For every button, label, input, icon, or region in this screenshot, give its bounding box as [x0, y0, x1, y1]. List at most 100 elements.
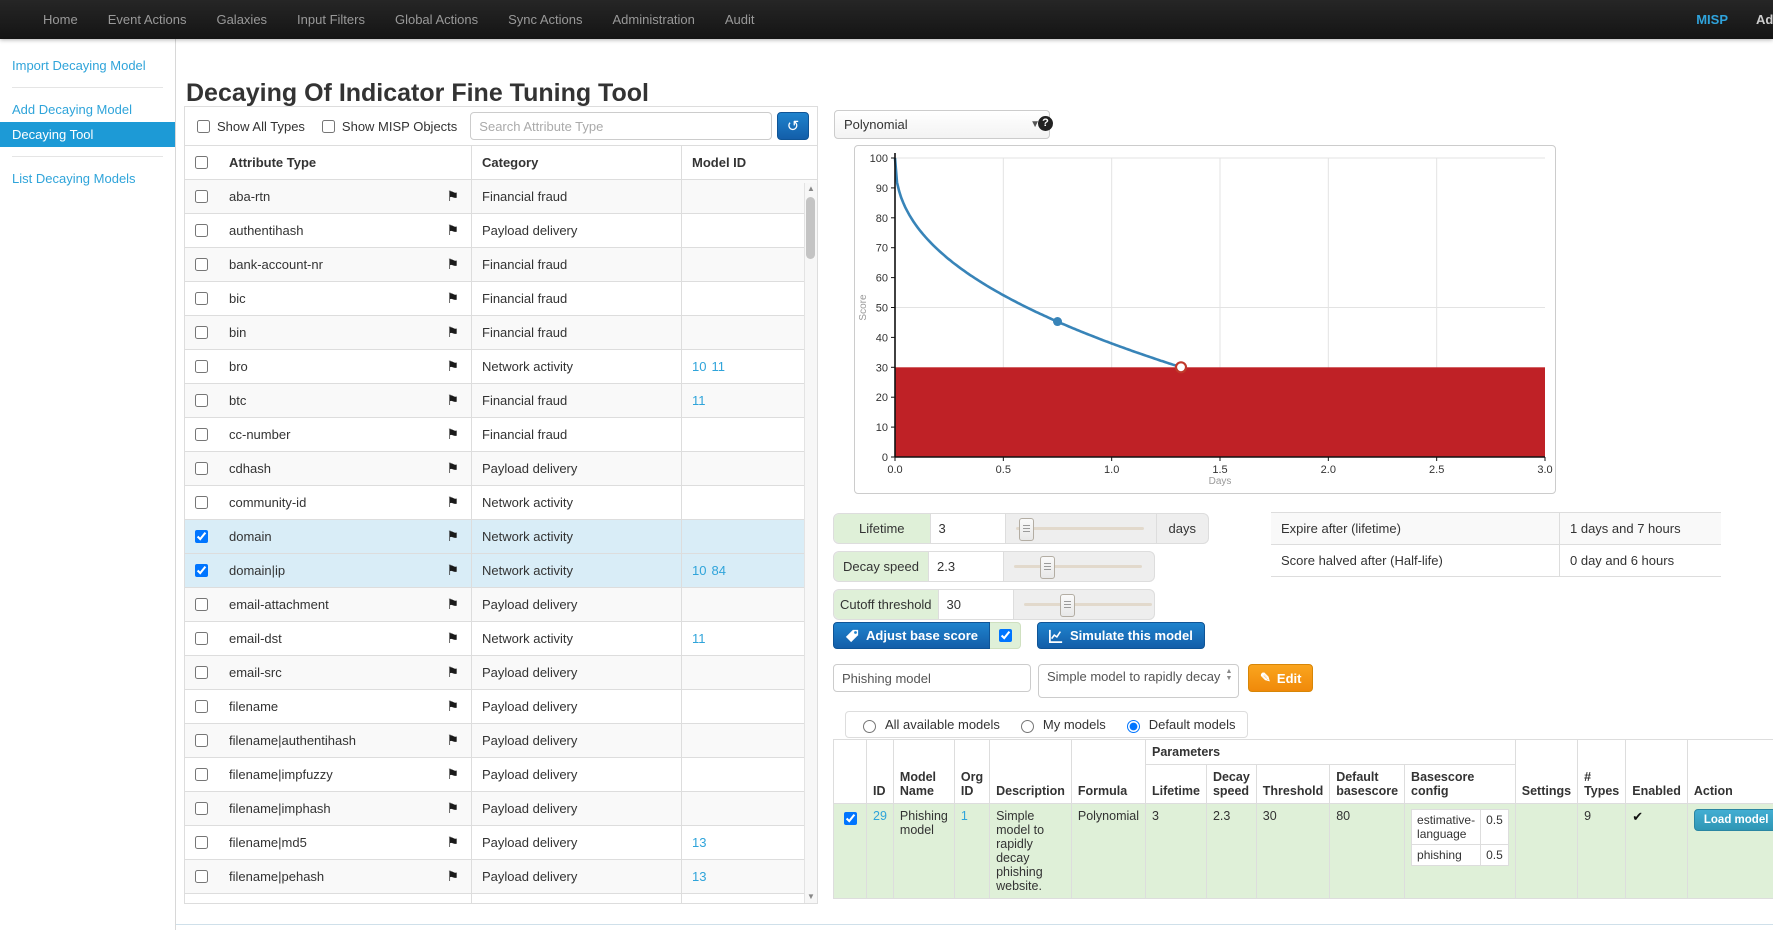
model-id-link[interactable]: 13 — [692, 835, 706, 850]
flag-icon[interactable]: ⚑ — [446, 562, 459, 579]
flag-icon[interactable]: ⚑ — [446, 290, 459, 307]
flag-icon[interactable]: ⚑ — [446, 800, 459, 817]
row-checkbox[interactable] — [195, 836, 208, 849]
radio-input[interactable] — [863, 720, 876, 733]
misp-brand[interactable]: MISP — [1696, 0, 1728, 39]
row-checkbox[interactable] — [195, 530, 208, 543]
attribute-row[interactable]: filename ⚑ Payload delivery — [185, 689, 817, 723]
model-row-checkbox[interactable] — [844, 812, 857, 825]
flag-icon[interactable]: ⚑ — [446, 766, 459, 783]
sidebar-item-add-decaying-model[interactable]: Add Decaying Model — [0, 97, 175, 122]
sidebar-item-list-decaying-models[interactable]: List Decaying Models — [0, 166, 175, 191]
search-input[interactable] — [470, 112, 772, 140]
model-filter-radio[interactable]: Default models — [1122, 717, 1236, 733]
row-checkbox[interactable] — [195, 326, 208, 339]
row-checkbox[interactable] — [195, 258, 208, 271]
flag-icon[interactable]: ⚑ — [446, 324, 459, 341]
scroll-up-icon[interactable]: ▲ — [805, 183, 817, 195]
parameter-slider[interactable] — [1004, 552, 1154, 581]
scroll-down-icon[interactable]: ▼ — [805, 891, 817, 903]
flag-icon[interactable]: ⚑ — [446, 222, 459, 239]
admin-menu[interactable]: Adm — [1756, 0, 1773, 39]
textarea-scroll-icons[interactable]: ▲▼ — [1224, 668, 1234, 682]
navbar-item[interactable]: Sync Actions — [493, 0, 597, 39]
org-id-link[interactable]: 1 — [961, 809, 968, 823]
attribute-row[interactable]: filename|pehash ⚑ Payload delivery 13 — [185, 859, 817, 893]
refresh-button[interactable]: ↺ — [777, 112, 809, 140]
model-id-link[interactable]: 10 — [692, 563, 706, 578]
attribute-row[interactable]: bro ⚑ Network activity 1011 — [185, 349, 817, 383]
navbar-item[interactable]: Audit — [710, 0, 770, 39]
row-checkbox[interactable] — [195, 632, 208, 645]
row-checkbox[interactable] — [195, 292, 208, 305]
navbar-item[interactable]: Administration — [598, 0, 710, 39]
navbar-item[interactable]: Galaxies — [201, 0, 282, 39]
model-id-link[interactable]: 11 — [711, 359, 725, 374]
model-id-link[interactable]: 11 — [692, 631, 706, 646]
row-checkbox[interactable] — [195, 360, 208, 373]
row-checkbox[interactable] — [195, 394, 208, 407]
attribute-row[interactable]: community-id ⚑ Network activity — [185, 485, 817, 519]
flag-icon[interactable]: ⚑ — [446, 698, 459, 715]
parameter-slider[interactable] — [1014, 590, 1164, 619]
select-all-checkbox[interactable] — [195, 156, 208, 169]
row-checkbox[interactable] — [195, 870, 208, 883]
radio-input[interactable] — [1127, 720, 1140, 733]
row-checkbox[interactable] — [195, 802, 208, 815]
flag-icon[interactable]: ⚑ — [446, 426, 459, 443]
row-checkbox[interactable] — [195, 598, 208, 611]
adjust-base-score-checkbox[interactable] — [999, 629, 1012, 642]
attribute-row[interactable]: aba-rtn ⚑ Financial fraud — [185, 179, 817, 213]
attribute-row[interactable]: bank-account-nr ⚑ Financial fraud — [185, 247, 817, 281]
attribute-row[interactable]: email-dst ⚑ Network activity 11 — [185, 621, 817, 655]
flag-icon[interactable]: ⚑ — [446, 664, 459, 681]
parameter-slider[interactable] — [1006, 514, 1156, 543]
row-checkbox[interactable] — [195, 564, 208, 577]
flag-icon[interactable]: ⚑ — [446, 528, 459, 545]
flag-icon[interactable]: ⚑ — [446, 392, 459, 409]
row-checkbox[interactable] — [195, 428, 208, 441]
attribute-row[interactable]: btc ⚑ Financial fraud 11 — [185, 383, 817, 417]
attribute-row[interactable]: domain ⚑ Network activity — [185, 519, 817, 553]
simulate-model-button[interactable]: Simulate this model — [1037, 622, 1205, 649]
model-id-link[interactable]: 11 — [692, 393, 706, 408]
model-id-link[interactable]: 84 — [711, 563, 725, 578]
model-id-link[interactable]: 13 — [692, 869, 706, 884]
row-checkbox[interactable] — [195, 666, 208, 679]
slider-handle[interactable] — [1060, 594, 1075, 617]
slider-handle[interactable] — [1019, 518, 1034, 541]
scrollbar[interactable]: ▲ ▼ — [804, 183, 817, 903]
edit-model-button[interactable]: ✎ Edit — [1248, 664, 1313, 692]
flag-icon[interactable]: ⚑ — [446, 868, 459, 885]
show-misp-objects-checkbox[interactable] — [322, 120, 335, 133]
attribute-row[interactable]: bic ⚑ Financial fraud — [185, 281, 817, 315]
model-name-input[interactable] — [833, 664, 1031, 692]
attribute-row[interactable]: email-attachment ⚑ Payload delivery — [185, 587, 817, 621]
model-id-link[interactable]: 29 — [873, 809, 887, 823]
flag-icon[interactable]: ⚑ — [446, 188, 459, 205]
attribute-row[interactable]: bin ⚑ Financial fraud — [185, 315, 817, 349]
slider-handle[interactable] — [1040, 556, 1055, 579]
formula-select[interactable]: Polynomial ▼ — [834, 110, 1050, 139]
navbar-item[interactable]: Input Filters — [282, 0, 380, 39]
attribute-row[interactable]: filename|authentihash ⚑ Payload delivery — [185, 723, 817, 757]
model-filter-radio[interactable]: All available models — [858, 717, 1000, 733]
show-all-types-checkbox[interactable] — [197, 120, 210, 133]
sidebar-item-import-decaying-model[interactable]: Import Decaying Model — [0, 53, 175, 78]
model-description-textarea[interactable]: Simple model to rapidly decay — [1038, 664, 1239, 698]
help-icon[interactable]: ? — [1038, 116, 1053, 131]
load-model-button[interactable]: Load model — [1694, 809, 1773, 831]
flag-icon[interactable]: ⚑ — [446, 358, 459, 375]
flag-icon[interactable]: ⚑ — [446, 460, 459, 477]
attribute-row[interactable]: domain|ip ⚑ Network activity 1084 — [185, 553, 817, 587]
flag-icon[interactable]: ⚑ — [446, 596, 459, 613]
parameter-input[interactable] — [939, 590, 1014, 619]
navbar-item[interactable]: Global Actions — [380, 0, 493, 39]
flag-icon[interactable]: ⚑ — [446, 494, 459, 511]
row-checkbox[interactable] — [195, 734, 208, 747]
row-checkbox[interactable] — [195, 462, 208, 475]
model-filter-radio[interactable]: My models — [1016, 717, 1106, 733]
radio-input[interactable] — [1021, 720, 1034, 733]
flag-icon[interactable]: ⚑ — [446, 834, 459, 851]
row-checkbox[interactable] — [195, 190, 208, 203]
